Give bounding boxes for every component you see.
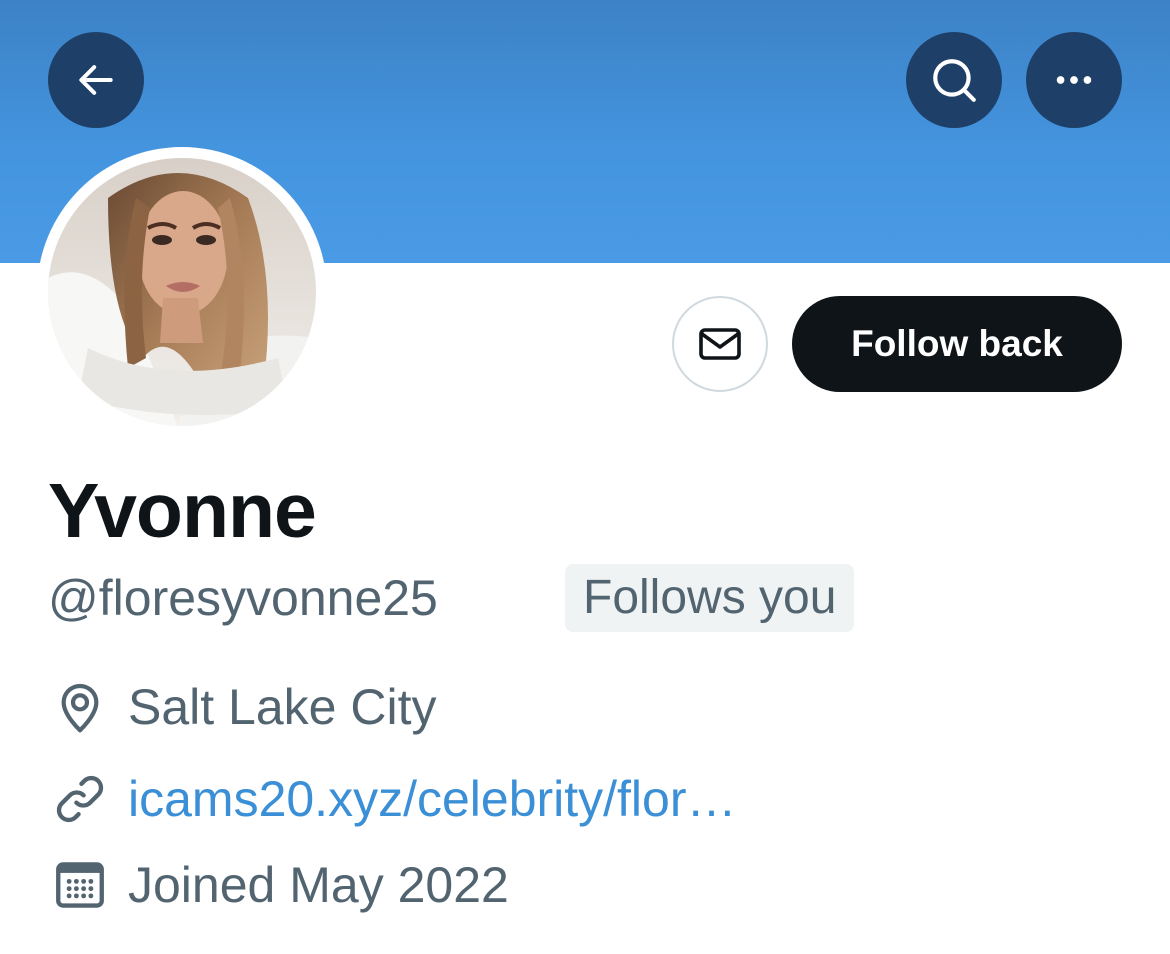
search-icon <box>933 59 976 102</box>
back-button[interactable] <box>48 32 144 128</box>
search-button[interactable] <box>906 32 1002 128</box>
message-button[interactable] <box>672 296 768 392</box>
envelope-icon <box>699 328 741 360</box>
joined-row: Joined May 2022 <box>48 853 509 917</box>
display-name: Yvonne <box>48 468 317 554</box>
joined-date-text: Joined May 2022 <box>128 857 509 913</box>
location-text: Salt Lake City <box>128 679 437 735</box>
link-icon <box>48 767 112 831</box>
website-link[interactable]: icams20.xyz/celebrity/flor… <box>128 770 737 828</box>
user-handle: @floresyvonne25 <box>48 570 438 626</box>
location-pin-icon <box>48 675 112 739</box>
follows-you-badge: Follows you <box>565 564 855 632</box>
calendar-icon <box>48 853 112 917</box>
arrow-left-icon <box>79 65 113 95</box>
avatar[interactable] <box>48 158 316 426</box>
follow-back-button[interactable]: Follow back <box>792 296 1122 392</box>
avatar-image <box>48 158 316 426</box>
more-horizontal-icon <box>1056 76 1092 84</box>
more-options-button[interactable] <box>1026 32 1122 128</box>
location-row: Salt Lake City <box>48 675 436 739</box>
website-row[interactable]: icams20.xyz/celebrity/flor… <box>48 767 737 831</box>
